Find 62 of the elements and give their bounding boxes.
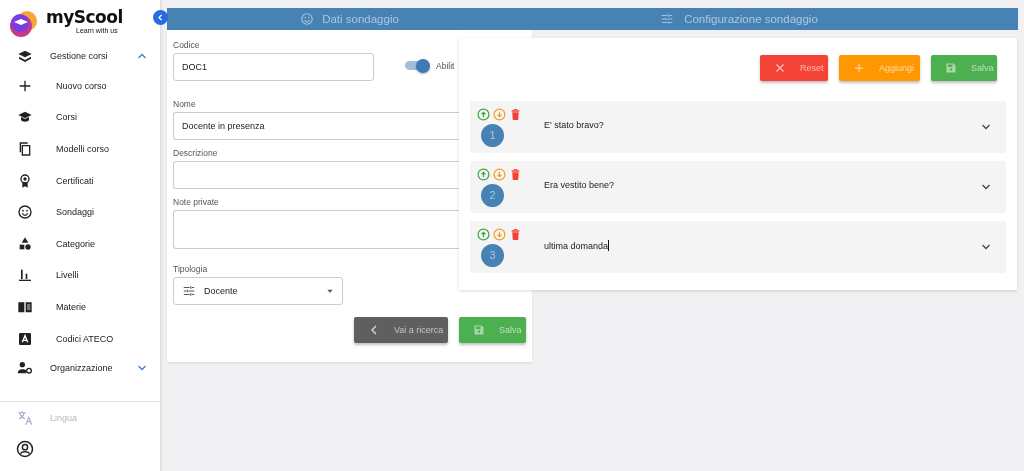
question-text[interactable]: ultima domanda [544, 240, 609, 251]
toggle-switch[interactable] [405, 61, 429, 70]
group-label: Gestione corsi [50, 51, 109, 61]
sidebar-item[interactable]: Codici ATECO [0, 322, 160, 355]
sidebar-item[interactable]: Sondaggi [0, 196, 160, 228]
type-dropdown[interactable]: Docente [173, 277, 343, 305]
smiley-icon [17, 204, 33, 221]
bar-chart-icon [17, 267, 33, 284]
move-down-icon[interactable] [493, 167, 506, 181]
layers-icon [17, 48, 33, 64]
text-field[interactable]: DOC1 [173, 53, 374, 81]
smiley-icon [300, 12, 315, 26]
question-text[interactable]: Era vestito bene? [544, 180, 615, 190]
sliders-icon [182, 284, 196, 298]
question-number: 3 [481, 243, 504, 267]
delete-icon[interactable] [509, 167, 522, 181]
shapes-icon [17, 235, 33, 252]
sidebar-item[interactable]: Nuovo corso [0, 70, 160, 102]
move-down-icon[interactable] [493, 107, 506, 121]
sidebar-item[interactable]: Modelli corso [0, 133, 160, 165]
award-icon [17, 172, 33, 189]
text-field[interactable] [173, 210, 459, 249]
translate-icon [16, 408, 34, 427]
sidebar-item[interactable]: Livelli [0, 259, 160, 292]
move-down-icon[interactable] [493, 227, 506, 241]
chevron-left-icon [156, 13, 165, 22]
text-field[interactable]: Docente in presenza [173, 112, 459, 140]
move-up-icon[interactable] [477, 167, 490, 181]
back-button[interactable]: Vai a ricerca [354, 317, 448, 343]
field-label: Tipologia [173, 264, 208, 274]
field-label: Nome [173, 99, 196, 109]
sidebar-item[interactable]: Corsi [0, 101, 160, 134]
close-icon [774, 62, 786, 74]
field-label: Descrizione [173, 148, 218, 158]
sidebar-item[interactable]: Materie [0, 291, 160, 323]
delete-icon[interactable] [509, 227, 522, 241]
text-field[interactable] [173, 161, 459, 189]
field-label: Codice [173, 40, 200, 50]
sidebar-group[interactable]: Gestione corsi [0, 42, 160, 70]
move-up-icon[interactable] [477, 227, 490, 241]
question-text[interactable]: E' stato bravo? [544, 120, 604, 130]
copy-icon [17, 141, 33, 157]
user-avatar-icon [16, 440, 34, 459]
dropdown-arrow-icon [326, 287, 334, 295]
question-number: 1 [481, 123, 504, 147]
field-label: Note private [173, 197, 219, 207]
question-number: 2 [481, 183, 504, 207]
collapse-button[interactable] [153, 10, 168, 25]
move-up-icon[interactable] [477, 107, 490, 121]
plus-icon [853, 62, 865, 74]
sidebar-group[interactable]: Organizzazione [0, 354, 160, 383]
sidebar-item[interactable]: Certificati [0, 164, 160, 197]
panel-title: Dati sondaggio [322, 13, 399, 25]
sliders-icon [660, 12, 675, 26]
logo-icon [8, 8, 40, 40]
toggle-label: Abilit [436, 60, 455, 71]
sidebar-item[interactable]: Categorie [0, 227, 160, 260]
delete-icon[interactable] [509, 107, 522, 121]
panel-title: Configurazione sondaggio [684, 13, 818, 25]
group-label: Organizzazione [50, 363, 114, 374]
letter-tile-icon [17, 330, 33, 347]
logo-name: myScool [46, 8, 123, 26]
